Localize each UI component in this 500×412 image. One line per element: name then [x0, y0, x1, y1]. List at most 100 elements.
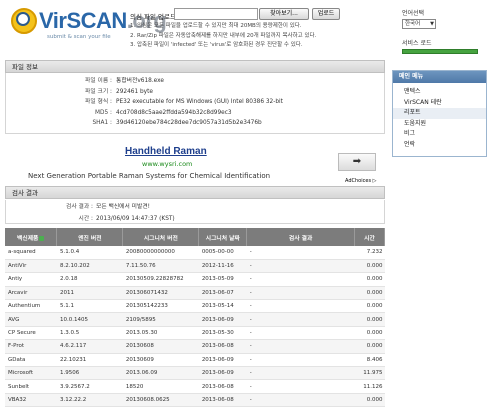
upload-note: 3. 압축된 파일이 'infected' 또는 'virus'로 암호화된 경…: [130, 42, 303, 48]
file-info-row: SHA1 :39d46120ebe784c28dee7dc9057a31d5b2…: [92, 120, 262, 126]
col-header-product[interactable]: 백신제품: [5, 228, 58, 246]
ad-banner[interactable]: Handheld Raman www.wysri.com Next Genera…: [5, 146, 385, 190]
adchoices-link[interactable]: AdChoices ▷: [345, 178, 376, 184]
cell-signature: 18520: [122, 379, 199, 394]
cell-sigdate: 2013-06-08: [198, 339, 247, 354]
cell-engine: 1.9506: [56, 366, 123, 381]
service-load-bar: [402, 49, 478, 54]
table-row: Microsoft 1.9506 2013.06.09 2013-06-09-11.9…: [5, 366, 385, 381]
cell-time: 0.000: [354, 272, 385, 287]
cell-sigdate: 2013-06-08: [198, 393, 247, 408]
table-row: a-squared 5.1.0.4 20080000000000 0005-00-00…: [5, 246, 385, 260]
cell-product: AVG: [5, 312, 57, 327]
cell-sigdate: 2013-05-09: [198, 272, 247, 287]
cell-result: -: [246, 379, 355, 394]
table-row: AVG 10.0.1405 2109/5895 2013-06-09-0.000: [5, 312, 385, 327]
cell-product: Authentium: [5, 299, 57, 314]
result-meta-row: 시간 :2013/06/09 14:47:37 (KST): [78, 216, 175, 222]
ad-url[interactable]: www.wysri.com: [142, 160, 192, 168]
cell-engine: 2.0.18: [56, 272, 123, 287]
cell-sigdate: 2013-06-09: [198, 366, 247, 381]
menu-list: 맨텍스 VirSCAN 테란 리포트 도움지원 비그 언락: [393, 83, 486, 156]
logo[interactable]: VirSCAN.org submit & scan your file: [9, 4, 167, 42]
menu-item[interactable]: 도움지원: [393, 119, 486, 130]
table-row: AntiVir 8.2.10.202 7.11.50.76 2012-11-16-0.…: [5, 259, 385, 274]
cell-result: -: [246, 259, 355, 274]
upload-button[interactable]: 업로드: [312, 8, 340, 20]
arrow-right-icon[interactable]: ➡: [338, 153, 376, 171]
cell-product: a-squared: [5, 246, 57, 260]
cell-product: AntiVir: [5, 259, 57, 274]
col-header-signature[interactable]: 시그니처 버전: [122, 228, 200, 246]
cell-result: -: [246, 366, 355, 381]
cell-engine: 3.9.2567.2: [56, 379, 123, 394]
cell-result: -: [246, 286, 355, 301]
cell-sigdate: 2013-06-07: [198, 286, 247, 301]
result-meta-row: 검사 결과 : 모든 백신에서 미발견!: [66, 204, 151, 210]
ad-title[interactable]: Handheld Raman: [125, 146, 207, 157]
cell-product: Arcavir: [5, 286, 57, 301]
language-panel: 언어선택 한국어 ▼: [402, 8, 482, 29]
cell-product: CP Secure: [5, 326, 57, 341]
cell-engine: 1.3.0.5: [56, 326, 123, 341]
cell-product: Microsoft: [5, 366, 57, 381]
service-panel: 서비스 로드: [402, 38, 482, 54]
cell-product: Antiy: [5, 272, 57, 287]
cell-signature: 2013.06.09: [122, 366, 199, 381]
menu-item[interactable]: 언락: [393, 140, 486, 151]
file-info-row: 파일 형식 : PE32 executable for MS Windows (G…: [85, 99, 283, 105]
menu-item[interactable]: VirSCAN 테란: [393, 98, 486, 109]
table-row: CP Secure 1.3.0.5 2013.05.30 2013-05-30-0.0…: [5, 326, 385, 341]
cell-time: 0.000: [354, 312, 385, 327]
menu-item[interactable]: 맨텍스: [393, 87, 486, 98]
cell-result: -: [246, 339, 355, 354]
cell-engine: 2011: [56, 286, 123, 301]
cell-product: F-Prot: [5, 339, 57, 354]
file-input[interactable]: [174, 8, 258, 20]
cell-time: 8.406: [354, 353, 385, 368]
table-row: Sunbelt 3.9.2567.2 18520 2013-06-08-11.126: [5, 379, 385, 394]
cell-sigdate: 0005-00-00: [198, 246, 247, 260]
cell-time: 0.000: [354, 393, 385, 408]
browse-button[interactable]: 찾아보기...: [259, 8, 309, 20]
main-content: 파일 정보 파일 이름 : 통합버전v618.exe 파일 크기 :292461 …: [5, 60, 386, 408]
upload-note: 2. Rar/Zip 파일은 자동압축해제를 하지만 내부에 20개 파일까지 …: [130, 32, 317, 39]
col-header-time[interactable]: 시간: [354, 228, 386, 246]
file-info-row: 파일 크기 :292461 byte: [85, 88, 153, 95]
ad-description: Next Generation Portable Raman Systems f…: [28, 172, 271, 180]
upload-notes: 1. 의심은 모든 파일을 업로드할 수 있지만 최대 20MB의 용량제한이 …: [130, 22, 400, 51]
magnifier-icon: [16, 12, 30, 26]
col-header-result[interactable]: 검사 결과: [246, 228, 355, 246]
cell-time: 0.000: [354, 326, 385, 341]
col-header-sigdate[interactable]: 시그니처 날짜: [198, 228, 248, 246]
cell-engine: 10.0.1405: [56, 312, 123, 327]
chevron-down-icon: ▼: [430, 21, 434, 27]
cell-signature: 7.11.50.76: [122, 259, 199, 274]
col-header-engine[interactable]: 엔진 버전: [56, 228, 124, 246]
cell-result: -: [246, 353, 355, 368]
menu-item[interactable]: 비그: [393, 129, 486, 140]
table-row: GData 22.10231 20130609 2013-06-09-8.406: [5, 353, 385, 368]
file-info-title: 파일 정보: [5, 60, 385, 73]
cell-time: 0.000: [354, 286, 385, 301]
cell-time: 0.000: [354, 299, 385, 314]
cell-time: 0.000: [354, 259, 385, 274]
logo-tagline: submit & scan your file: [47, 34, 111, 40]
language-select[interactable]: 한국어 ▼: [402, 19, 436, 29]
cell-result: -: [246, 246, 355, 260]
cell-sigdate: 2013-05-30: [198, 326, 247, 341]
cell-time: 0.000: [354, 339, 385, 354]
cell-product: Sunbelt: [5, 379, 57, 394]
cell-sigdate: 2012-11-16: [198, 259, 247, 274]
upload-label: 의심 파일 업로드: [130, 13, 176, 21]
cell-product: GData: [5, 353, 57, 368]
cell-signature: 2109/5895: [122, 312, 199, 327]
table-header-row: 백신제품 엔진 버전 시그니처 버전 시그니처 날짜 검사 결과 시간: [5, 228, 386, 246]
menu-item-active[interactable]: 리포트: [393, 108, 486, 119]
upload-note: 1. 의심은 모든 파일을 업로드할 수 있지만 최대 20MB의 용량제한이 …: [130, 23, 302, 29]
table-row: Authentium 5.1.1 201305142233 2013-05-14-0.…: [5, 299, 385, 314]
cell-result: -: [246, 299, 355, 314]
cell-result: -: [246, 312, 355, 327]
cell-signature: 20130609: [122, 353, 199, 368]
table-row: Arcavir 2011 201306071432 2013-06-07-0.000: [5, 286, 385, 301]
